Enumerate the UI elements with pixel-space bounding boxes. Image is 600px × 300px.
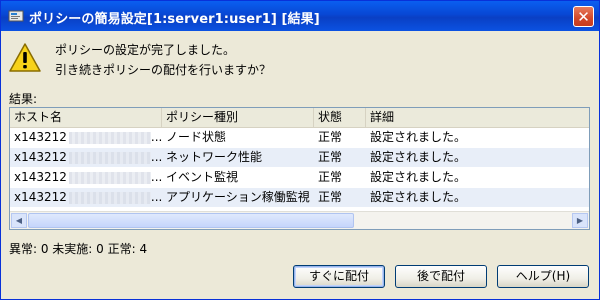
scroll-right-button[interactable]: ▶ [572,213,588,228]
column-header-policy-type[interactable]: ポリシー種別 [162,108,314,127]
host-ellipsis: ... [150,130,163,144]
message-line-2: 引き続きポリシーの配付を行いますか？ [55,63,272,77]
host-name: x143212 [14,190,67,204]
horizontal-scrollbar[interactable]: ◀ ▶ [10,211,589,229]
redacted-host-mask [68,151,151,164]
dialog-window: ポリシーの簡易設定[1:server1:user1] [結果] ✕ ポリシーの設… [0,0,600,300]
warning-icon [9,43,41,72]
host-cell: x143212... [10,128,164,147]
host-cell: x143212... [10,188,164,207]
result-list[interactable]: ホスト名 ポリシー種別 状態 詳細 x143212... ノード状態 正常 設定… [9,107,590,230]
detail-cell: 設定されました。 [370,190,467,204]
policy-type-cell: ネットワーク性能 [166,150,263,164]
table-row[interactable]: x143212... ネットワーク性能 正常 設定されました。 [10,148,589,167]
arrow-left-icon: ◀ [15,216,23,225]
host-name: x143212 [14,130,67,144]
policy-type-cell: ノード状態 [166,130,227,144]
detail-cell: 設定されました。 [370,130,467,144]
policy-type-cell: アプリケーション稼働監視 [166,190,310,204]
status-cell: 正常 [318,190,343,204]
arrow-right-icon: ▶ [576,216,584,225]
result-label: 結果: [9,92,38,106]
scroll-left-button[interactable]: ◀ [11,213,27,228]
window-title: ポリシーの簡易設定[1:server1:user1] [結果] [29,12,320,27]
help-button[interactable]: ヘルプ(H) [497,265,589,288]
status-summary: 異常: 0 未実施: 0 正常: 4 [9,242,148,256]
redacted-host-mask [68,191,151,204]
column-header-detail[interactable]: 詳細 [366,108,589,127]
host-name: x143212 [14,170,67,184]
host-ellipsis: ... [150,190,163,204]
column-header-status[interactable]: 状態 [314,108,366,127]
policy-type-cell: イベント監視 [166,170,239,184]
table-row[interactable]: x143212... アプリケーション稼働監視 正常 設定されました。 [10,188,589,207]
status-cell: 正常 [318,170,343,184]
host-name: x143212 [14,150,67,164]
title-bar[interactable]: ポリシーの簡易設定[1:server1:user1] [結果] ✕ [1,1,599,31]
host-cell: x143212... [10,148,164,167]
column-header-host[interactable]: ホスト名 [10,108,162,127]
policy-app-icon [8,10,24,22]
status-cell: 正常 [318,150,343,164]
detail-cell: 設定されました。 [370,150,467,164]
deploy-now-button[interactable]: すぐに配付 [293,265,385,288]
message-line-1: ポリシーの設定が完了しました。 [55,43,236,57]
deploy-later-button[interactable]: 後で配付 [395,265,487,288]
close-button[interactable]: ✕ [573,6,594,27]
redacted-host-mask [68,131,151,144]
redacted-host-mask [68,171,151,184]
host-ellipsis: ... [150,150,163,164]
scrollbar-thumb[interactable] [28,213,354,228]
list-header: ホスト名 ポリシー種別 状態 詳細 [10,108,589,128]
host-ellipsis: ... [150,170,163,184]
detail-cell: 設定されました。 [370,170,467,184]
table-row[interactable]: x143212... ノード状態 正常 設定されました。 [10,128,589,147]
host-cell: x143212... [10,168,164,187]
close-icon: ✕ [577,8,590,26]
status-cell: 正常 [318,130,343,144]
table-row[interactable]: x143212... イベント監視 正常 設定されました。 [10,168,589,187]
